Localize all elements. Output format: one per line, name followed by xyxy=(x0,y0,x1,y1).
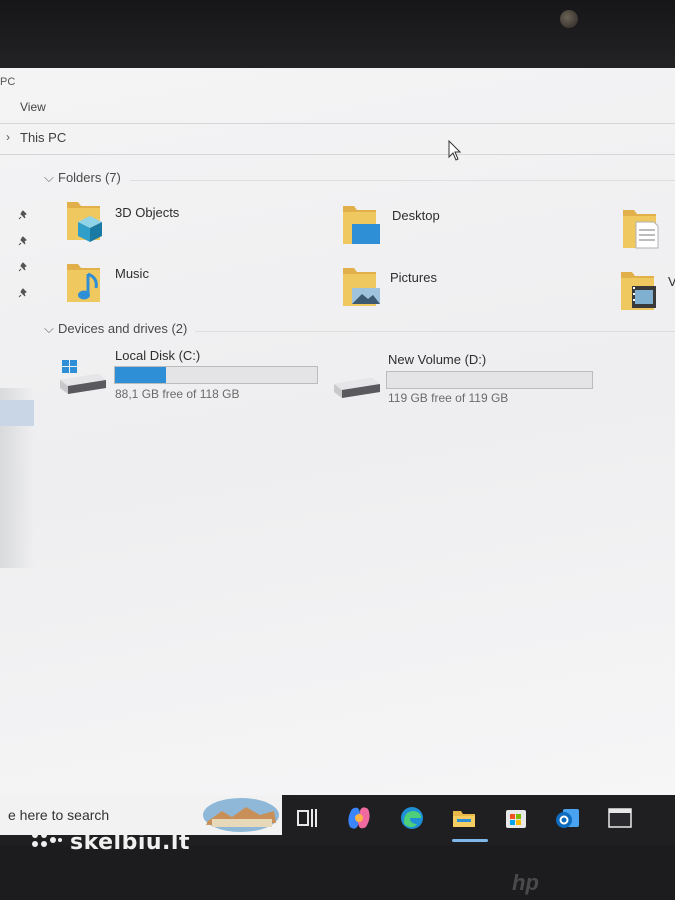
windows-drive-icon xyxy=(60,360,106,394)
watermark: skelbiu.lt xyxy=(30,830,190,855)
file-explorer-window: PC View › This PC ⌵ Folders (7) 3D Object… xyxy=(0,68,675,805)
breadcrumb-chevron-icon[interactable]: › xyxy=(6,130,10,144)
laptop-bezel-top xyxy=(0,0,675,70)
collapse-chevron-icon: ⌵ xyxy=(44,321,54,336)
documents-folder-icon xyxy=(623,210,659,249)
drive-free-space: 119 GB free of 119 GB xyxy=(388,391,509,405)
breadcrumb[interactable]: This PC xyxy=(20,130,66,145)
watermark-text: skelbiu.lt xyxy=(70,830,190,855)
folder-label: V xyxy=(668,274,675,289)
nav-pane-selection[interactable] xyxy=(0,400,34,426)
terminal-icon[interactable] xyxy=(607,805,633,831)
pin-icon xyxy=(18,262,27,272)
window-title: PC xyxy=(0,76,16,88)
microsoft-store-icon[interactable] xyxy=(503,805,529,831)
devices-section-title: Devices and drives (2) xyxy=(58,321,188,336)
folder-label: Pictures xyxy=(390,270,437,285)
drive-usage-bar xyxy=(114,366,318,384)
active-app-indicator xyxy=(452,839,488,842)
copilot-icon[interactable] xyxy=(346,805,372,831)
hard-drive-icon xyxy=(334,378,380,398)
drive-label: Local Disk (C:) xyxy=(115,348,201,363)
search-box[interactable]: e here to search xyxy=(0,795,282,835)
edge-icon[interactable] xyxy=(399,805,425,831)
folder-label: 3D Objects xyxy=(115,205,180,220)
section-rule xyxy=(195,331,675,332)
mouse-cursor-icon xyxy=(448,140,462,161)
folders-section-title: Folders (7) xyxy=(58,170,121,185)
folders-section-header[interactable]: ⌵ Folders (7) xyxy=(44,170,121,186)
address-divider xyxy=(0,154,675,155)
folder-label: Desktop xyxy=(392,208,440,223)
task-view-icon[interactable] xyxy=(294,805,320,831)
desktop-folder-icon xyxy=(343,206,380,244)
ribbon-divider xyxy=(0,123,675,124)
watermark-dots-icon xyxy=(32,832,62,847)
search-highlight-image xyxy=(203,798,279,832)
file-explorer-icon[interactable] xyxy=(451,805,477,831)
search-placeholder: e here to search xyxy=(8,807,110,823)
pin-icon xyxy=(18,210,27,220)
outlook-icon[interactable] xyxy=(555,805,581,831)
drive-usage-fill xyxy=(115,367,166,383)
videos-folder-icon xyxy=(621,272,656,310)
pin-icon xyxy=(18,236,27,246)
music-folder-icon xyxy=(67,264,100,302)
drive-usage-bar xyxy=(386,371,593,389)
section-rule xyxy=(130,180,675,181)
folder-label: Music xyxy=(115,266,149,281)
pin-icon xyxy=(18,288,27,298)
drive-label: New Volume (D:) xyxy=(388,352,487,367)
collapse-chevron-icon: ⌵ xyxy=(44,170,54,185)
drive-free-space: 88,1 GB free of 118 GB xyxy=(115,387,240,401)
pictures-folder-icon xyxy=(343,268,380,306)
devices-section-header[interactable]: ⌵ Devices and drives (2) xyxy=(44,321,187,337)
3d-objects-folder-icon xyxy=(67,202,102,242)
webcam xyxy=(560,10,578,28)
view-menu[interactable]: View xyxy=(20,100,46,114)
hp-logo: hp xyxy=(512,870,539,895)
